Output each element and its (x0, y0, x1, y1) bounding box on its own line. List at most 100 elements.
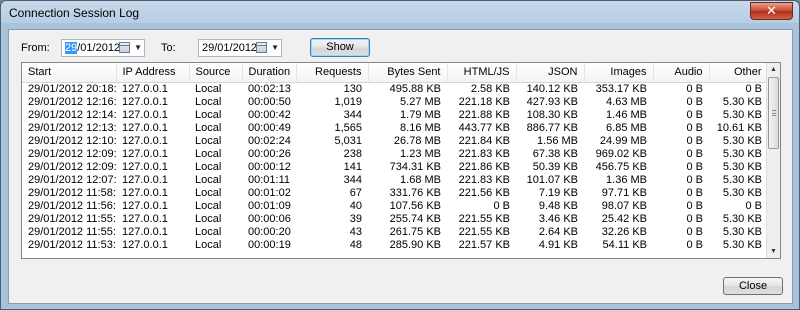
chevron-down-icon[interactable]: ▼ (134, 43, 142, 52)
cell-json: 140.12 KB (526, 82, 578, 95)
cell-duration: 00:01:02 (248, 186, 291, 199)
cell-audio: 0 B (686, 199, 703, 212)
table-row[interactable]: 29/01/2012 12:10:53 127.0.0.1 Local 00:02:2… (22, 135, 768, 148)
cell-bytes-sent: 255.74 KB (389, 212, 441, 225)
vertical-scrollbar[interactable]: ▲ ▼ (766, 63, 780, 258)
cell-html-js: 221.55 KB (458, 225, 510, 238)
table-row[interactable]: 29/01/2012 12:13:39 127.0.0.1 Local 00:00:4… (22, 122, 768, 135)
table-row[interactable]: 29/01/2012 11:56:21 127.0.0.1 Local 00:01:0… (22, 200, 768, 213)
cell-source: Local (195, 108, 222, 121)
column-header-duration[interactable]: Duration (242, 63, 297, 83)
cell-start: 29/01/2012 12:13:39 (28, 121, 116, 134)
cell-ip-address: 127.0.0.1 (122, 95, 168, 108)
scroll-down-icon[interactable]: ▼ (767, 245, 780, 258)
cell-images: 98.07 KB (601, 199, 647, 212)
table-row[interactable]: 29/01/2012 12:16:53 127.0.0.1 Local 00:00:5… (22, 96, 768, 109)
cell-json: 9.48 KB (538, 199, 578, 212)
cell-ip-address: 127.0.0.1 (122, 147, 168, 160)
cell-start: 29/01/2012 12:16:53 (28, 95, 116, 108)
cell-audio: 0 B (686, 147, 703, 160)
cell-bytes-sent: 285.90 KB (389, 238, 441, 251)
cell-bytes-sent: 1.79 MB (400, 108, 441, 121)
scroll-thumb[interactable] (768, 77, 779, 149)
to-date-picker[interactable]: 29/01/2012 ▼ (198, 39, 282, 57)
cell-other: 0 B (745, 199, 762, 212)
cell-ip-address: 127.0.0.1 (122, 82, 168, 95)
cell-json: 67.38 KB (532, 147, 578, 160)
close-window-icon[interactable]: ✕ (750, 2, 793, 20)
column-header-audio[interactable]: Audio (653, 63, 710, 83)
cell-html-js: 221.18 KB (458, 95, 510, 108)
show-button[interactable]: Show (310, 38, 370, 57)
cell-duration: 00:02:24 (248, 134, 291, 147)
cell-other: 10.61 KB (716, 121, 762, 134)
cell-source: Local (195, 238, 222, 251)
cell-audio: 0 B (686, 173, 703, 186)
column-header-html-js[interactable]: HTML/JS (447, 63, 517, 83)
table-row[interactable]: 29/01/2012 12:09:01 127.0.0.1 Local 00:00:1… (22, 161, 768, 174)
column-header-bytes-sent[interactable]: Bytes Sent (368, 63, 448, 83)
column-header-source[interactable]: Source (189, 63, 243, 83)
session-list[interactable]: Start IP Address Source Duration Requests Byt… (21, 62, 781, 259)
column-header-requests[interactable]: Requests (296, 63, 369, 83)
table-row[interactable]: 29/01/2012 12:07:13 127.0.0.1 Local 00:01:1… (22, 174, 768, 187)
cell-start: 29/01/2012 12:09:01 (28, 160, 116, 173)
cell-source: Local (195, 173, 222, 186)
title-bar[interactable]: Connection Session Log ✕ (1, 1, 799, 25)
cell-duration: 00:00:49 (248, 121, 291, 134)
cell-requests: 344 (343, 173, 362, 186)
cell-ip-address: 127.0.0.1 (122, 134, 168, 147)
cell-source: Local (195, 199, 222, 212)
cell-images: 54.11 KB (602, 238, 647, 251)
cell-bytes-sent: 8.16 MB (400, 121, 441, 134)
close-button[interactable]: Close (723, 277, 783, 295)
from-label: From: (21, 42, 50, 54)
to-label: To: (161, 42, 176, 54)
cell-start: 29/01/2012 11:58:05 (28, 186, 116, 199)
cell-requests: 48 (349, 238, 362, 251)
column-header-images[interactable]: Images (584, 63, 654, 83)
column-header-start[interactable]: Start (22, 63, 117, 83)
cell-duration: 00:00:20 (248, 225, 291, 238)
connection-session-log-window: Connection Session Log ✕ From: 29/01/201… (0, 0, 800, 310)
table-row[interactable]: 29/01/2012 20:18:24 127.0.0.1 Local 00:02:1… (22, 82, 768, 96)
cell-source: Local (195, 212, 222, 225)
cell-ip-address: 127.0.0.1 (122, 186, 168, 199)
cell-bytes-sent: 331.76 KB (389, 186, 441, 199)
cell-images: 1.36 MB (606, 173, 647, 186)
table-row[interactable]: 29/01/2012 11:55:53 127.0.0.1 Local 00:00:0… (22, 213, 768, 226)
cell-requests: 67 (349, 186, 362, 199)
scroll-up-icon[interactable]: ▲ (767, 63, 780, 76)
cell-audio: 0 B (686, 82, 703, 95)
cell-other: 5.30 KB (722, 147, 762, 160)
column-header-ip-address[interactable]: IP Address (116, 63, 190, 83)
chevron-down-icon[interactable]: ▼ (271, 43, 279, 52)
table-row[interactable]: 29/01/2012 11:53:46 127.0.0.1 Local 00:00:1… (22, 239, 768, 252)
cell-requests: 141 (343, 160, 362, 173)
cell-audio: 0 B (686, 186, 703, 199)
cell-start: 29/01/2012 12:09:49 (28, 147, 116, 160)
session-table: Start IP Address Source Duration Requests Byt… (22, 63, 769, 252)
cell-bytes-sent: 734.31 KB (389, 160, 441, 173)
from-date-picker[interactable]: 29/01/2012 ▼ (61, 39, 145, 57)
cell-images: 32.26 KB (601, 225, 647, 238)
cell-start: 29/01/2012 11:53:46 (28, 238, 116, 251)
cell-duration: 00:00:26 (248, 147, 291, 160)
calendar-icon[interactable] (256, 42, 267, 53)
cell-requests: 40 (349, 199, 362, 212)
cell-source: Local (195, 95, 222, 108)
cell-source: Local (195, 160, 222, 173)
cell-source: Local (195, 121, 222, 134)
cell-start: 29/01/2012 12:07:13 (28, 173, 116, 186)
cell-source: Local (195, 225, 222, 238)
column-header-other[interactable]: Other (709, 63, 769, 83)
calendar-icon[interactable] (119, 42, 130, 53)
table-row[interactable]: 29/01/2012 11:55:12 127.0.0.1 Local 00:00:2… (22, 226, 768, 239)
cell-bytes-sent: 107.56 KB (389, 199, 441, 212)
cell-images: 6.85 MB (606, 121, 647, 134)
table-row[interactable]: 29/01/2012 11:58:05 127.0.0.1 Local 00:01:0… (22, 187, 768, 200)
cell-bytes-sent: 1.68 MB (400, 173, 441, 186)
table-row[interactable]: 29/01/2012 12:09:49 127.0.0.1 Local 00:00:2… (22, 148, 768, 161)
table-row[interactable]: 29/01/2012 12:14:48 127.0.0.1 Local 00:00:4… (22, 109, 768, 122)
column-header-json[interactable]: JSON (516, 63, 585, 83)
